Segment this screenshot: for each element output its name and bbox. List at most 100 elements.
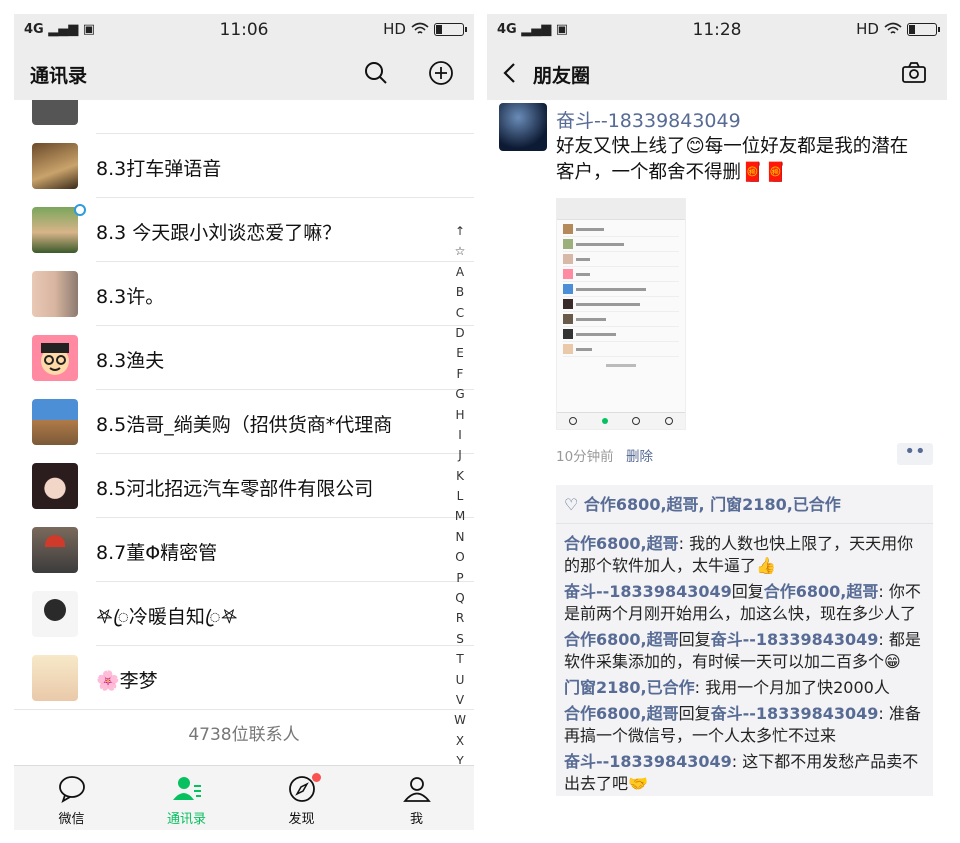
search-icon[interactable]	[361, 58, 391, 88]
camera-icon[interactable]	[899, 58, 929, 88]
status-dot	[74, 204, 86, 216]
contact-name: 8.3打车弹语音	[96, 158, 222, 180]
contacts-screen: 4G ▂▄▆ ▣ 11:06 HD 通讯录 8.3打车弹语音 8.3 今天跟小刘…	[14, 14, 474, 830]
battery-icon	[907, 22, 940, 36]
comment-user[interactable]: 合作6800,超哥	[564, 704, 679, 723]
comment[interactable]: 合作6800,超哥回复奋斗--18339843049: 都是软件采集添加的，有时…	[556, 626, 933, 674]
contact-name: 8.3渔夫	[96, 350, 165, 372]
avatar	[32, 100, 78, 125]
index-letter[interactable]: V	[452, 693, 468, 713]
index-letter[interactable]: D	[452, 326, 468, 346]
comment-reply-target[interactable]: 奋斗--18339843049	[711, 630, 879, 649]
avatar[interactable]	[499, 103, 547, 151]
index-letter[interactable]: Q	[452, 591, 468, 611]
index-letter[interactable]: B	[452, 285, 468, 305]
delete-link[interactable]: 删除	[626, 449, 653, 465]
avatar	[32, 591, 78, 637]
status-icons: HD	[383, 20, 467, 38]
tab-me[interactable]: 我	[359, 766, 474, 830]
avatar	[32, 207, 78, 253]
index-letter[interactable]: I	[452, 428, 468, 448]
status-icons: HD	[856, 20, 940, 38]
index-letter[interactable]: G	[452, 387, 468, 407]
contact-row[interactable]: 8.3 今天跟小刘谈恋爱了嘛？	[14, 198, 474, 262]
contact-row[interactable]: 8.3打车弹语音	[14, 134, 474, 198]
add-icon[interactable]	[426, 58, 456, 88]
index-letter[interactable]: F	[452, 367, 468, 387]
contact-name: 8.5河北招远汽车零部件有限公司	[96, 478, 374, 500]
contact-row[interactable]: 8.5河北招远汽车零部件有限公司	[14, 454, 474, 518]
tab-contacts[interactable]: 通讯录	[129, 766, 244, 830]
index-letter[interactable]: P	[452, 571, 468, 591]
index-letter[interactable]: T	[452, 652, 468, 672]
contact-row[interactable]: 8.3许。	[14, 262, 474, 326]
comment-user[interactable]: 奋斗--18339843049	[564, 582, 732, 601]
contact-count: 4738位联系人	[188, 725, 300, 745]
index-letter[interactable]: O	[452, 550, 468, 570]
alphabet-index[interactable]: ↑☆ABCDEFGHIJKLMNOPQRSTUVWXYZ#	[452, 224, 468, 764]
comment[interactable]: 奋斗--18339843049回复合作6800,超哥: 你不是前两个月刚开始用么…	[556, 578, 933, 626]
index-letter[interactable]: U	[452, 673, 468, 693]
page-title: 朋友圈	[533, 65, 591, 87]
header: 朋友圈	[487, 46, 947, 100]
moment-post: 奋斗--18339843049 好友又快上线了😊每一位好友都是我的潜在客户，一个…	[487, 100, 947, 830]
moments-screen: 4G ▂▄▆ ▣ 11:28 HD 朋友圈 奋斗--18339843049 好友…	[487, 14, 947, 830]
index-letter[interactable]: ↑	[452, 224, 468, 244]
post-meta: 10分钟前 删除	[556, 445, 653, 465]
notification-dot	[311, 773, 321, 782]
index-letter[interactable]: E	[452, 346, 468, 366]
tab-label: 发现	[288, 812, 315, 827]
tab-bar: 微信 通讯录 发现 我	[14, 765, 474, 830]
contact-list: 8.3打车弹语音 8.3 今天跟小刘谈恋爱了嘛？ 8.3许。 8.3渔夫 8.5…	[14, 100, 474, 764]
comment-user[interactable]: 合作6800,超哥	[564, 630, 679, 649]
index-letter[interactable]: S	[452, 632, 468, 652]
comment-user[interactable]: 合作6800,超哥	[564, 534, 679, 553]
index-letter[interactable]: A	[452, 265, 468, 285]
index-letter[interactable]: ☆	[452, 244, 468, 264]
index-letter[interactable]: K	[452, 469, 468, 489]
comment[interactable]: 合作6800,超哥回复奋斗--18339843049: 准备再搞一个微信号，一个…	[556, 700, 933, 748]
battery-icon	[434, 22, 467, 36]
index-letter[interactable]: J	[452, 448, 468, 468]
contact-name: 8.5浩哥_绱美购（招供货商*代理商	[96, 414, 393, 436]
comment-user[interactable]: 门窗2180,已合作	[564, 678, 695, 697]
more-actions-button[interactable]: ••	[897, 443, 933, 465]
index-letter[interactable]: M	[452, 509, 468, 529]
tab-wechat[interactable]: 微信	[14, 766, 129, 830]
contact-row[interactable]: 8.7董Φ精密管	[14, 518, 474, 582]
contact-row[interactable]: 8.3渔夫	[14, 326, 474, 390]
status-bar: 4G ▂▄▆ ▣ 11:06 HD	[14, 14, 474, 46]
contact-row[interactable]: 𖤐ꦿ冷暖自知ꦿ𖤐	[14, 582, 474, 646]
post-image[interactable]	[556, 198, 686, 430]
status-bar: 4G ▂▄▆ ▣ 11:28 HD	[487, 14, 947, 46]
index-letter[interactable]: L	[452, 489, 468, 509]
tab-discover[interactable]: 发现	[244, 766, 359, 830]
index-letter[interactable]: C	[452, 306, 468, 326]
comment[interactable]: 奋斗--18339843049: 这下都不用发愁产品卖不出去了吧🤝	[556, 748, 933, 796]
comment-list: 合作6800,超哥: 我的人数也快上限了，天天用你的那个软件加人，太牛逼了👍 奋斗…	[556, 524, 933, 796]
back-icon[interactable]	[495, 58, 525, 88]
index-letter[interactable]: R	[452, 611, 468, 631]
wifi-icon	[884, 22, 902, 34]
avatar	[32, 335, 78, 381]
contact-name: 8.3许。	[96, 286, 165, 308]
index-letter[interactable]: Y	[452, 754, 468, 764]
hd-label: HD	[856, 20, 879, 38]
post-text: 好友又快上线了😊每一位好友都是我的潜在客户，一个都舍不得删🧧🧧	[556, 136, 909, 183]
index-letter[interactable]: H	[452, 408, 468, 428]
person-icon	[402, 777, 431, 802]
comment[interactable]: 门窗2180,已合作: 我用一个月加了快2000人	[556, 674, 933, 700]
contact-row[interactable]: 🌸李梦	[14, 646, 474, 710]
contacts-icon	[172, 777, 201, 800]
comment-reply-target[interactable]: 合作6800,超哥	[764, 582, 879, 601]
comment[interactable]: 合作6800,超哥: 我的人数也快上限了，天天用你的那个软件加人，太牛逼了👍	[556, 530, 933, 578]
index-letter[interactable]: N	[452, 530, 468, 550]
post-author[interactable]: 奋斗--18339843049	[556, 106, 741, 133]
contact-row[interactable]: 8.5浩哥_绱美购（招供货商*代理商	[14, 390, 474, 454]
comment-user[interactable]: 奋斗--18339843049	[564, 752, 732, 771]
contact-row-partial[interactable]	[14, 100, 474, 134]
contact-name: 🌸李梦	[96, 670, 158, 692]
hd-label: HD	[383, 20, 406, 38]
comment-text: 我用一个月加了快2000人	[705, 678, 890, 697]
comment-reply-target[interactable]: 奋斗--18339843049	[711, 704, 879, 723]
